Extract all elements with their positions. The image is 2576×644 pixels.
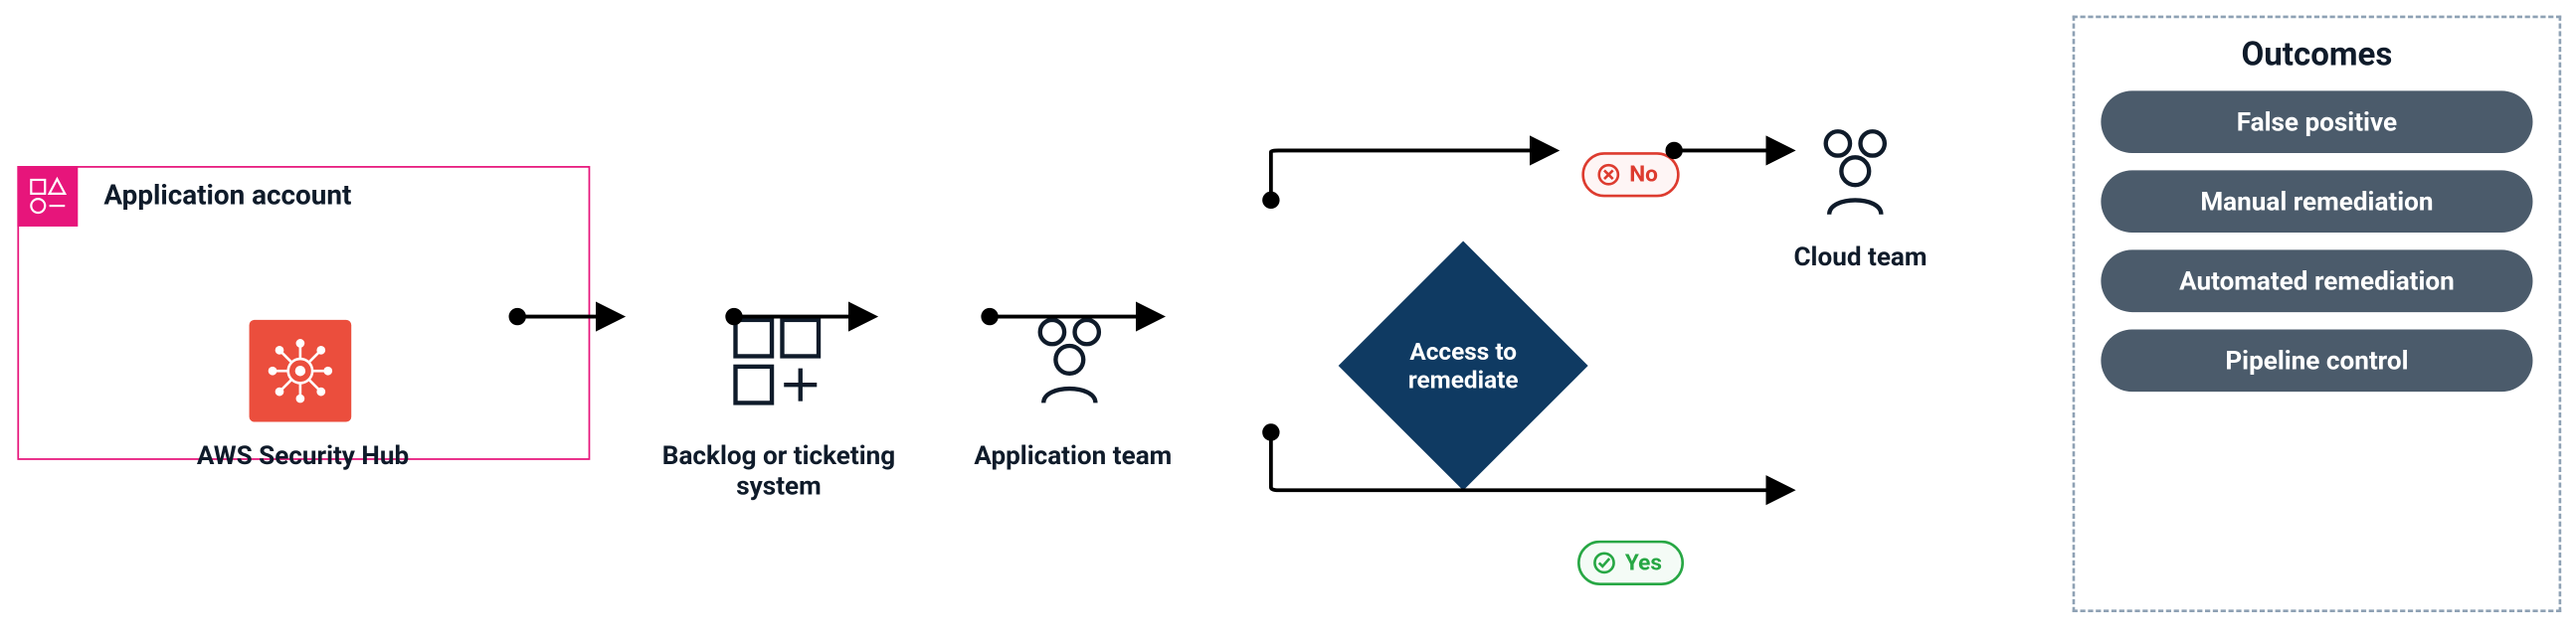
x-circle-icon — [1596, 163, 1620, 187]
security-hub-label: AWS Security Hub — [147, 441, 459, 471]
outcome-manual-remediation: Manual remediation — [2101, 170, 2532, 233]
application-account-title: Application account — [103, 178, 351, 211]
backlog-label: Backlog or ticketing system — [657, 441, 900, 502]
outcome-automated-remediation: Automated remediation — [2101, 249, 2532, 312]
account-badge-icon — [17, 166, 78, 227]
outcomes-title: Outcomes — [2101, 36, 2532, 74]
outcomes-container: Outcomes False positive Manual remediati… — [2073, 16, 2562, 612]
decision-access-to-remediate: Access to remediate — [1338, 241, 1588, 491]
no-label: No — [1629, 162, 1658, 188]
outcome-pipeline-control: Pipeline control — [2101, 329, 2532, 392]
decision-yes-tag: Yes — [1577, 541, 1684, 585]
outcome-false-positive: False positive — [2101, 90, 2532, 153]
workflow-diagram: Application account — [0, 0, 2241, 561]
cloud-team-icon — [1803, 121, 1907, 217]
decision-no-tag: No — [1581, 152, 1679, 197]
shapes-icon — [29, 177, 67, 215]
backlog-icon — [725, 309, 828, 412]
cloud-team-label: Cloud team — [1740, 242, 1982, 272]
application-team-icon — [1017, 309, 1121, 404]
decision-label: Access to remediate — [1338, 241, 1588, 491]
application-team-label: Application team — [952, 441, 1195, 471]
security-hub-icon — [250, 320, 352, 422]
check-circle-icon — [1592, 551, 1616, 574]
yes-label: Yes — [1625, 550, 1662, 575]
